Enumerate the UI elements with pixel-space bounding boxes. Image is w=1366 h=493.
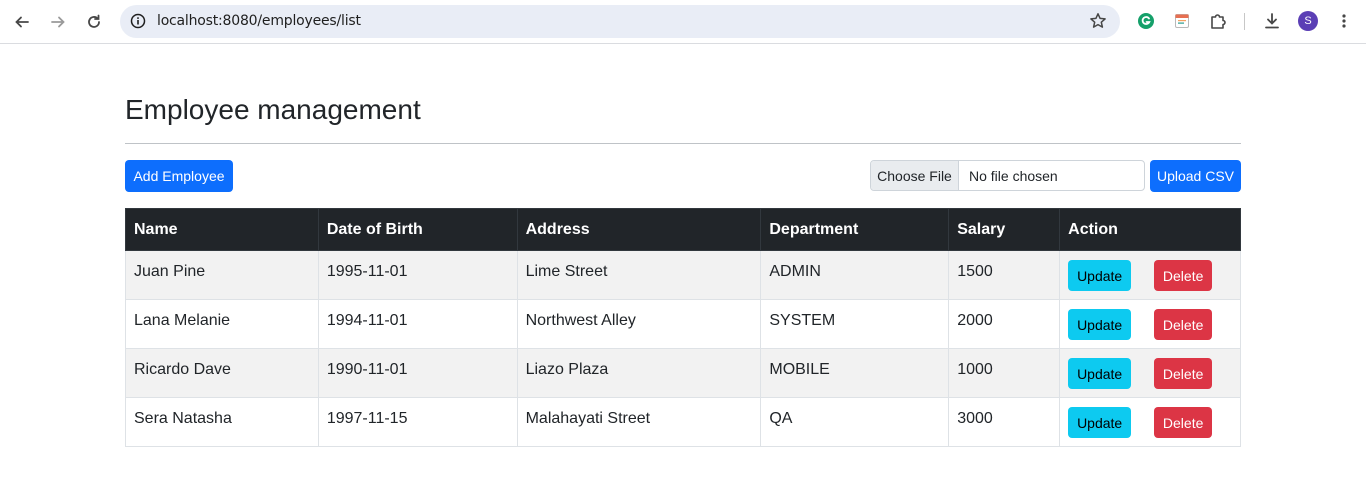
cell-department: SYSTEM (760, 299, 950, 349)
cell-action: Update Delete (1059, 397, 1241, 447)
csv-file-input[interactable]: Choose File No file chosen (870, 160, 1145, 191)
cell-salary: 3000 (948, 397, 1061, 447)
cell-dob-text: 1994-11-01 (326, 312, 408, 329)
cell-address: Northwest Alley (516, 299, 762, 349)
address-bar[interactable]: localhost:8080/employees/list (120, 5, 1120, 38)
delete-button[interactable]: Delete (1154, 358, 1213, 389)
cell-dob: 1994-11-01 (317, 299, 518, 349)
cell-address-text: Northwest Alley (525, 312, 636, 329)
cell-dob: 1995-11-01 (317, 250, 518, 300)
forward-arrow-icon (51, 16, 65, 28)
back-arrow-icon (15, 16, 29, 28)
table-row: Sera Natasha 1997-11-15 Malahayati Stree… (125, 397, 1241, 447)
upload-csv-button[interactable]: Upload CSV (1150, 160, 1241, 192)
cell-department-text: SYSTEM (769, 312, 836, 329)
update-button[interactable]: Update (1068, 309, 1132, 340)
cell-action: Update Delete (1059, 250, 1241, 300)
cell-salary-text: 3000 (957, 410, 993, 427)
star-icon[interactable] (1088, 11, 1108, 31)
cell-name-text: Ricardo Dave (134, 361, 231, 378)
cell-address-text: Lime Street (525, 263, 608, 280)
update-button[interactable]: Update (1068, 260, 1132, 291)
cell-name-text: Juan Pine (134, 263, 206, 280)
cell-address-text: Liazo Plaza (525, 361, 609, 378)
header-name: Name (125, 208, 319, 251)
cell-address: Liazo Plaza (516, 348, 762, 398)
header-department: Department (760, 208, 950, 251)
update-button[interactable]: Update (1068, 358, 1132, 389)
cell-dob-text: 1990-11-01 (326, 361, 408, 378)
cell-dob-text: 1995-11-01 (326, 263, 408, 280)
reload-button[interactable] (80, 8, 108, 36)
profile-avatar[interactable]: S (1298, 11, 1318, 31)
employees-table: Name Date of Birth Address Department Sa… (125, 208, 1241, 447)
delete-button[interactable]: Delete (1154, 407, 1213, 438)
cell-department: QA (760, 397, 950, 447)
file-status-text: No file chosen (969, 167, 1058, 184)
title-divider (125, 143, 1241, 144)
avatar-letter: S (1304, 15, 1312, 27)
cell-department: ADMIN (760, 250, 950, 300)
cell-address: Malahayati Street (516, 397, 762, 447)
puzzle-icon[interactable] (1207, 10, 1229, 32)
cell-name: Juan Pine (125, 250, 319, 300)
cell-salary: 2000 (948, 299, 1061, 349)
header-action: Action (1059, 208, 1241, 251)
table-header-row: Name Date of Birth Address Department Sa… (125, 208, 1241, 251)
cell-salary-text: 1500 (957, 263, 993, 280)
page-title: Employee management (125, 94, 421, 125)
cell-department: MOBILE (760, 348, 950, 398)
back-button[interactable] (8, 8, 36, 36)
cell-name: Lana Melanie (125, 299, 319, 349)
table-row: Ricardo Dave 1990-11-01 Liazo Plaza MOBI… (125, 348, 1241, 398)
download-icon[interactable] (1261, 10, 1283, 32)
info-icon[interactable] (128, 11, 148, 31)
cell-salary-text: 1000 (957, 361, 993, 378)
cell-name: Sera Natasha (125, 397, 319, 447)
cell-salary: 1000 (948, 348, 1061, 398)
add-employee-button[interactable]: Add Employee (125, 160, 233, 192)
reload-icon (88, 14, 100, 28)
cell-department-text: MOBILE (769, 361, 830, 378)
header-salary: Salary (948, 208, 1061, 251)
choose-file-button[interactable]: Choose File (871, 161, 959, 190)
toolbar-separator (1244, 13, 1245, 30)
cell-dob: 1990-11-01 (317, 348, 518, 398)
cell-action: Update Delete (1059, 348, 1241, 398)
delete-button[interactable]: Delete (1154, 309, 1213, 340)
url-text[interactable]: localhost:8080/employees/list (157, 13, 361, 29)
table-row: Juan Pine 1995-11-01 Lime Street ADMIN 1… (125, 250, 1241, 300)
cell-name: Ricardo Dave (125, 348, 319, 398)
header-address: Address (516, 208, 762, 251)
grammarly-icon[interactable] (1135, 10, 1157, 32)
cell-dob-text: 1997-11-15 (326, 410, 408, 427)
table-row: Lana Melanie 1994-11-01 Northwest Alley … (125, 299, 1241, 349)
cell-salary: 1500 (948, 250, 1061, 300)
cell-salary-text: 2000 (957, 312, 993, 329)
cell-department-text: QA (769, 410, 793, 427)
cell-department-text: ADMIN (769, 263, 821, 280)
cell-dob: 1997-11-15 (317, 397, 518, 447)
cell-name-text: Lana Melanie (134, 312, 231, 329)
cell-name-text: Sera Natasha (134, 410, 232, 427)
cell-address: Lime Street (516, 250, 762, 300)
browser-toolbar: localhost:8080/employees/list S (0, 0, 1366, 44)
cell-action: Update Delete (1059, 299, 1241, 349)
forward-button[interactable] (44, 8, 72, 36)
kebab-menu-icon[interactable] (1333, 10, 1355, 32)
update-button[interactable]: Update (1068, 407, 1132, 438)
delete-button[interactable]: Delete (1154, 260, 1213, 291)
extension-note-icon[interactable] (1171, 10, 1193, 32)
cell-address-text: Malahayati Street (525, 410, 651, 427)
header-date-of-birth: Date of Birth (317, 208, 518, 251)
